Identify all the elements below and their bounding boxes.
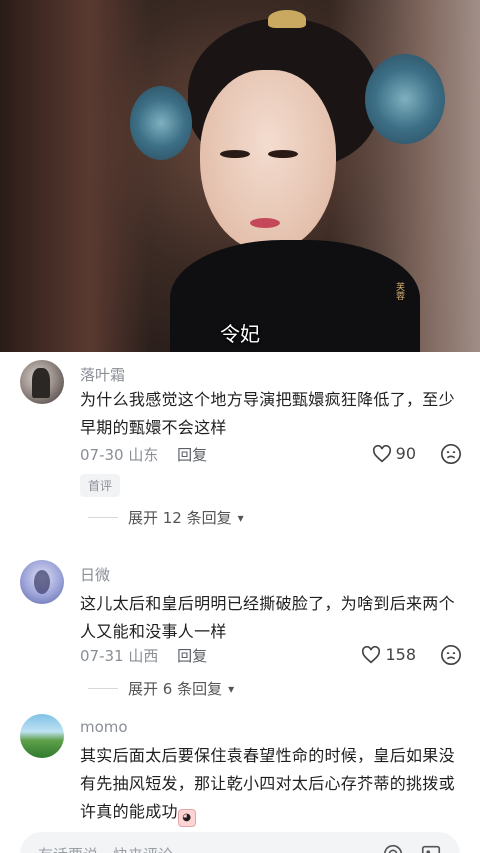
- comment-date: 07-31: [80, 647, 124, 665]
- video-figure-eye: [268, 150, 298, 158]
- first-comment-badge: 首评: [80, 474, 121, 497]
- comment-username[interactable]: momo: [80, 718, 128, 736]
- comment-username[interactable]: 落叶霜: [80, 364, 125, 385]
- reply-button[interactable]: 回复: [177, 446, 207, 464]
- comment-text: 其实后面太后要保住袁春望性命的时候，皇后如果没有先抽风短发，那让乾小四对太后心存…: [80, 742, 460, 827]
- comment-location: 山东: [128, 446, 159, 464]
- expand-replies-label: 展开 6 条回复: [128, 680, 223, 698]
- heart-outline-icon: [362, 645, 381, 663]
- chevron-down-icon: ▾: [228, 681, 235, 696]
- expand-replies-button[interactable]: 展开 6 条回复 ▾: [88, 678, 234, 699]
- avatar[interactable]: [20, 360, 64, 404]
- video-figure-ornament: [268, 10, 306, 28]
- expand-replies-button[interactable]: 展开 12 条回复 ▾: [88, 507, 244, 528]
- video-figure-ornament: [130, 86, 192, 160]
- comment-input-placeholder: 有话要说，快来评论: [38, 844, 366, 853]
- comment-username[interactable]: 日微: [80, 564, 110, 585]
- comment-meta: 07-31 山西 回复: [80, 645, 207, 666]
- comment-text-content: 其实后面太后要保住袁春望性命的时候，皇后如果没有先抽风短发，那让乾小四对太后心存…: [80, 746, 455, 821]
- divider: [88, 517, 118, 518]
- frown-face-icon[interactable]: [440, 443, 462, 465]
- heart-outline-icon: [372, 444, 391, 462]
- crying-face-emoji: ◕: [177, 809, 196, 827]
- video-background: [0, 0, 150, 352]
- avatar[interactable]: [20, 714, 64, 758]
- like-button[interactable]: 90: [372, 444, 416, 463]
- comment-text: 这儿太后和皇后明明已经撕破脸了，为啥到后来两个人又能和没事人一样: [80, 594, 455, 641]
- video-figure-ornament: [365, 54, 445, 144]
- avatar[interactable]: [20, 560, 64, 604]
- frown-face-icon[interactable]: [440, 644, 462, 666]
- video-figure-lips: [250, 218, 280, 228]
- video-seal-watermark: 芙蓉: [394, 282, 404, 300]
- divider: [88, 688, 118, 689]
- chevron-down-icon: ▾: [237, 510, 244, 525]
- comment-input[interactable]: 有话要说，快来评论: [20, 832, 460, 853]
- image-icon[interactable]: [420, 843, 442, 853]
- comment-meta: 07-30 山东 回复: [80, 444, 207, 465]
- comment-date: 07-30: [80, 446, 124, 464]
- expand-replies-label: 展开 12 条回复: [128, 509, 232, 527]
- comment-text: 为什么我感觉这个地方导演把甄嬛疯狂降低了，至少早期的甄嬛不会这样: [80, 390, 455, 437]
- video-figure-eye: [220, 150, 250, 158]
- video-subtitle: 令妃: [220, 322, 260, 346]
- like-button[interactable]: 158: [361, 645, 416, 664]
- like-count: 158: [385, 645, 416, 664]
- reply-button[interactable]: 回复: [177, 647, 207, 665]
- like-count: 90: [395, 444, 416, 463]
- comment-location: 山西: [128, 647, 159, 665]
- at-sign-icon[interactable]: [382, 843, 404, 853]
- video-player[interactable]: 芙蓉 令妃: [0, 0, 480, 352]
